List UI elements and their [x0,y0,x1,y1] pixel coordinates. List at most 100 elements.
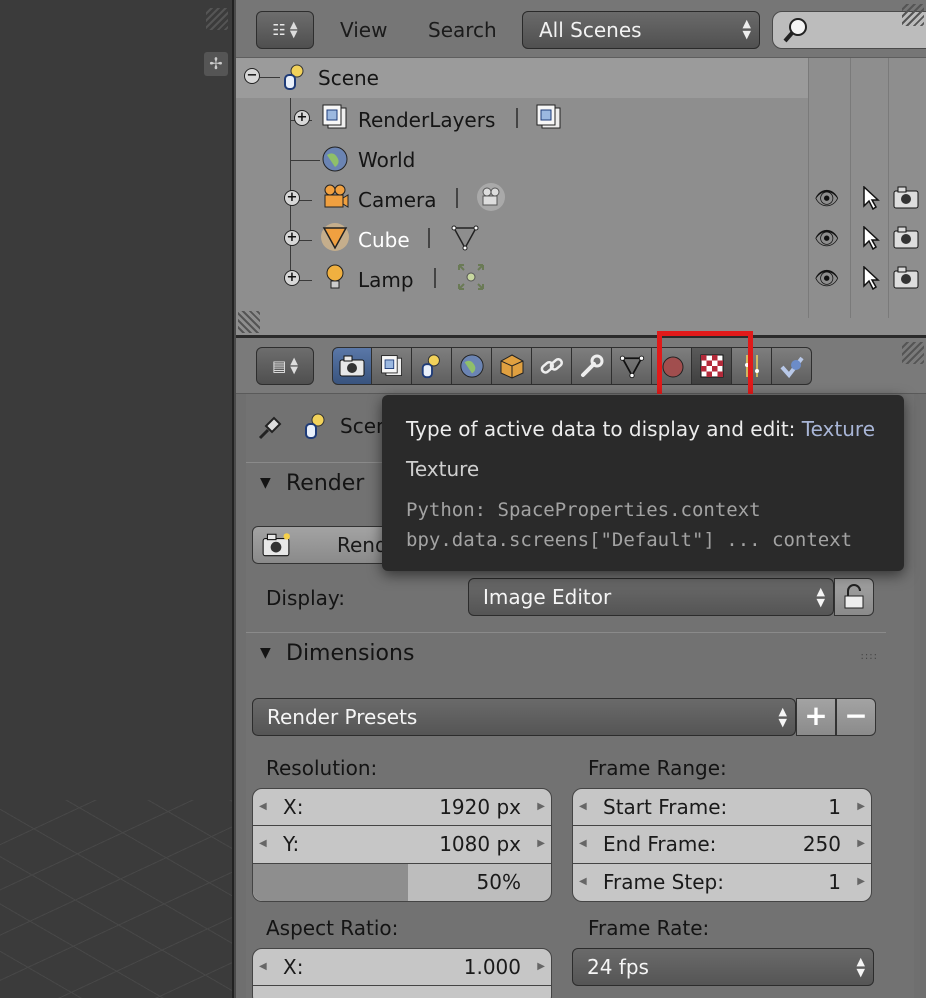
area-split-handle[interactable] [238,311,260,333]
render-presets-label: Render Presets [267,705,418,729]
decrement-arrow-icon[interactable]: ◀ [259,949,267,985]
visibility-eye-icon[interactable]: 👁 [814,226,839,250]
outliner-row-camera[interactable]: + Camera 👁 [236,178,926,218]
tab-constraints[interactable] [532,347,572,385]
outliner-row-cube[interactable]: + Cube 👁 [236,218,926,258]
decrement-arrow-icon[interactable]: ◀ [579,789,587,825]
resolution-y-field[interactable]: ◀ Y: 1080 px ▶ [252,826,552,864]
separator [456,188,458,208]
scene-icon [421,354,440,379]
display-select[interactable]: Image Editor ▲ ▼ [468,578,834,616]
tab-object[interactable] [492,347,532,385]
increment-arrow-icon[interactable]: ▶ [537,826,545,862]
view-menu[interactable]: View [340,18,387,42]
frame-step-field[interactable]: ◀ Frame Step: 1 ▶ [572,864,872,902]
dimensions-panel-header[interactable]: ▼ Dimensions :::: [246,632,886,676]
3d-viewport[interactable]: ✢ [0,0,234,998]
visibility-eye-icon[interactable]: 👁 [814,266,839,290]
resolution-label: Resolution: [266,756,378,780]
lamp-data-icon[interactable] [456,262,486,292]
dropdown-arrows-icon: ▲ ▼ [742,17,751,41]
increment-arrow-icon[interactable]: ▶ [537,789,545,825]
expand-icon[interactable]: + [294,110,310,126]
tab-render-layers[interactable] [372,347,412,385]
aspect-y-field[interactable] [252,986,552,998]
frame-rate-label: Frame Rate: [588,916,710,940]
resolution-x-field[interactable]: ◀ X: 1920 px ▶ [252,788,552,826]
increment-arrow-icon[interactable]: ▶ [857,864,865,900]
area-split-handle[interactable] [902,342,924,364]
plus-icon: + [804,699,828,732]
tree-connector [260,77,280,78]
render-layer-data-icon[interactable] [534,102,564,132]
camera-data-icon[interactable] [476,182,506,212]
tab-modifiers[interactable] [572,347,612,385]
increment-arrow-icon[interactable]: ▶ [857,826,865,862]
render-camera-icon[interactable] [892,184,920,215]
pin-icon[interactable] [256,412,286,447]
render-camera-icon[interactable] [892,264,920,295]
remove-preset-button[interactable]: − [836,698,876,736]
increment-arrow-icon[interactable]: ▶ [857,789,865,825]
mesh-data-icon [619,355,644,379]
frame-rate-value: 24 fps [587,955,649,979]
outliner-row-world[interactable]: World [236,138,926,178]
outliner-header: ☷ ▲ ▼ View Search All Scenes ▲ ▼ [236,0,926,58]
display-mode-select[interactable]: All Scenes ▲ ▼ [522,11,760,49]
tab-scene[interactable] [412,347,452,385]
decrement-arrow-icon[interactable]: ◀ [579,826,587,862]
tab-data[interactable] [612,347,652,385]
tab-physics[interactable] [772,347,812,385]
increment-arrow-icon[interactable]: ▶ [537,949,545,985]
panel-title: Render [286,471,365,496]
start-frame-field[interactable]: ◀ Start Frame: 1 ▶ [572,788,872,826]
expand-icon[interactable]: + [284,190,300,206]
render-presets-select[interactable]: Render Presets ▲ ▼ [252,698,796,736]
resolution-fields: ◀ X: 1920 px ▶ ◀ Y: 1080 px ▶ 50% [252,788,552,902]
dropdown-arrows-icon: ▲ ▼ [856,955,865,979]
expand-icon[interactable]: + [284,270,300,286]
tooltip-python-path: bpy.data.screens["Default"] ... context [406,529,853,551]
decrement-arrow-icon[interactable]: ◀ [259,826,267,862]
properties-editor-icon: ▤ [272,357,287,375]
editor-type-selector[interactable]: ☷ ▲ ▼ [256,11,314,49]
frame-rate-select[interactable]: 24 fps ▲ ▼ [572,948,874,986]
outliner-row-renderlayers[interactable]: + RenderLayers [236,98,926,138]
outliner-label: World [358,148,416,172]
object-cube-icon [500,354,523,379]
outliner-row-lamp[interactable]: + Lamp 👁 [236,258,926,298]
selectability-cursor-icon[interactable] [862,265,880,295]
separator [434,268,436,288]
end-frame-field[interactable]: ◀ End Frame: 250 ▶ [572,826,872,864]
expand-icon[interactable]: + [284,230,300,246]
lock-interface-button[interactable] [834,578,874,616]
tab-world[interactable] [452,347,492,385]
visibility-eye-icon[interactable]: 👁 [814,186,839,210]
collapse-icon[interactable]: − [244,68,260,84]
selectability-cursor-icon[interactable] [862,225,880,255]
editor-type-selector[interactable]: ▤ ▲ ▼ [256,347,314,385]
decrement-arrow-icon[interactable]: ◀ [259,789,267,825]
display-label: Display: [266,586,346,610]
area-split-handle[interactable] [902,4,924,26]
dropdown-arrows-icon: ▲ ▼ [816,585,825,609]
render-camera-icon[interactable] [892,224,920,255]
aspect-x-field[interactable]: ◀ X: 1.000 ▶ [252,948,552,986]
add-preset-button[interactable]: + [796,698,836,736]
tooltip: Type of active data to display and edit:… [382,395,904,571]
tooltip-title: Type of active data to display and edit:… [406,417,875,441]
tab-render[interactable] [332,347,372,385]
field-value: 1920 px [439,795,521,819]
physics-icon [779,356,804,379]
resolution-percentage-slider[interactable]: 50% [252,864,552,902]
decrement-arrow-icon[interactable]: ◀ [579,864,587,900]
viewport-toolshelf-toggle-icon[interactable]: ✢ [204,52,228,76]
selectability-cursor-icon[interactable] [862,185,880,215]
area-split-handle[interactable] [206,8,228,30]
field-value: 1 [828,870,841,894]
panel-drag-grip-icon[interactable]: :::: [861,651,878,662]
mesh-data-icon[interactable] [450,222,480,252]
search-menu[interactable]: Search [428,18,497,42]
outliner-row-scene[interactable]: − Scene [236,58,808,98]
world-icon [320,144,350,174]
